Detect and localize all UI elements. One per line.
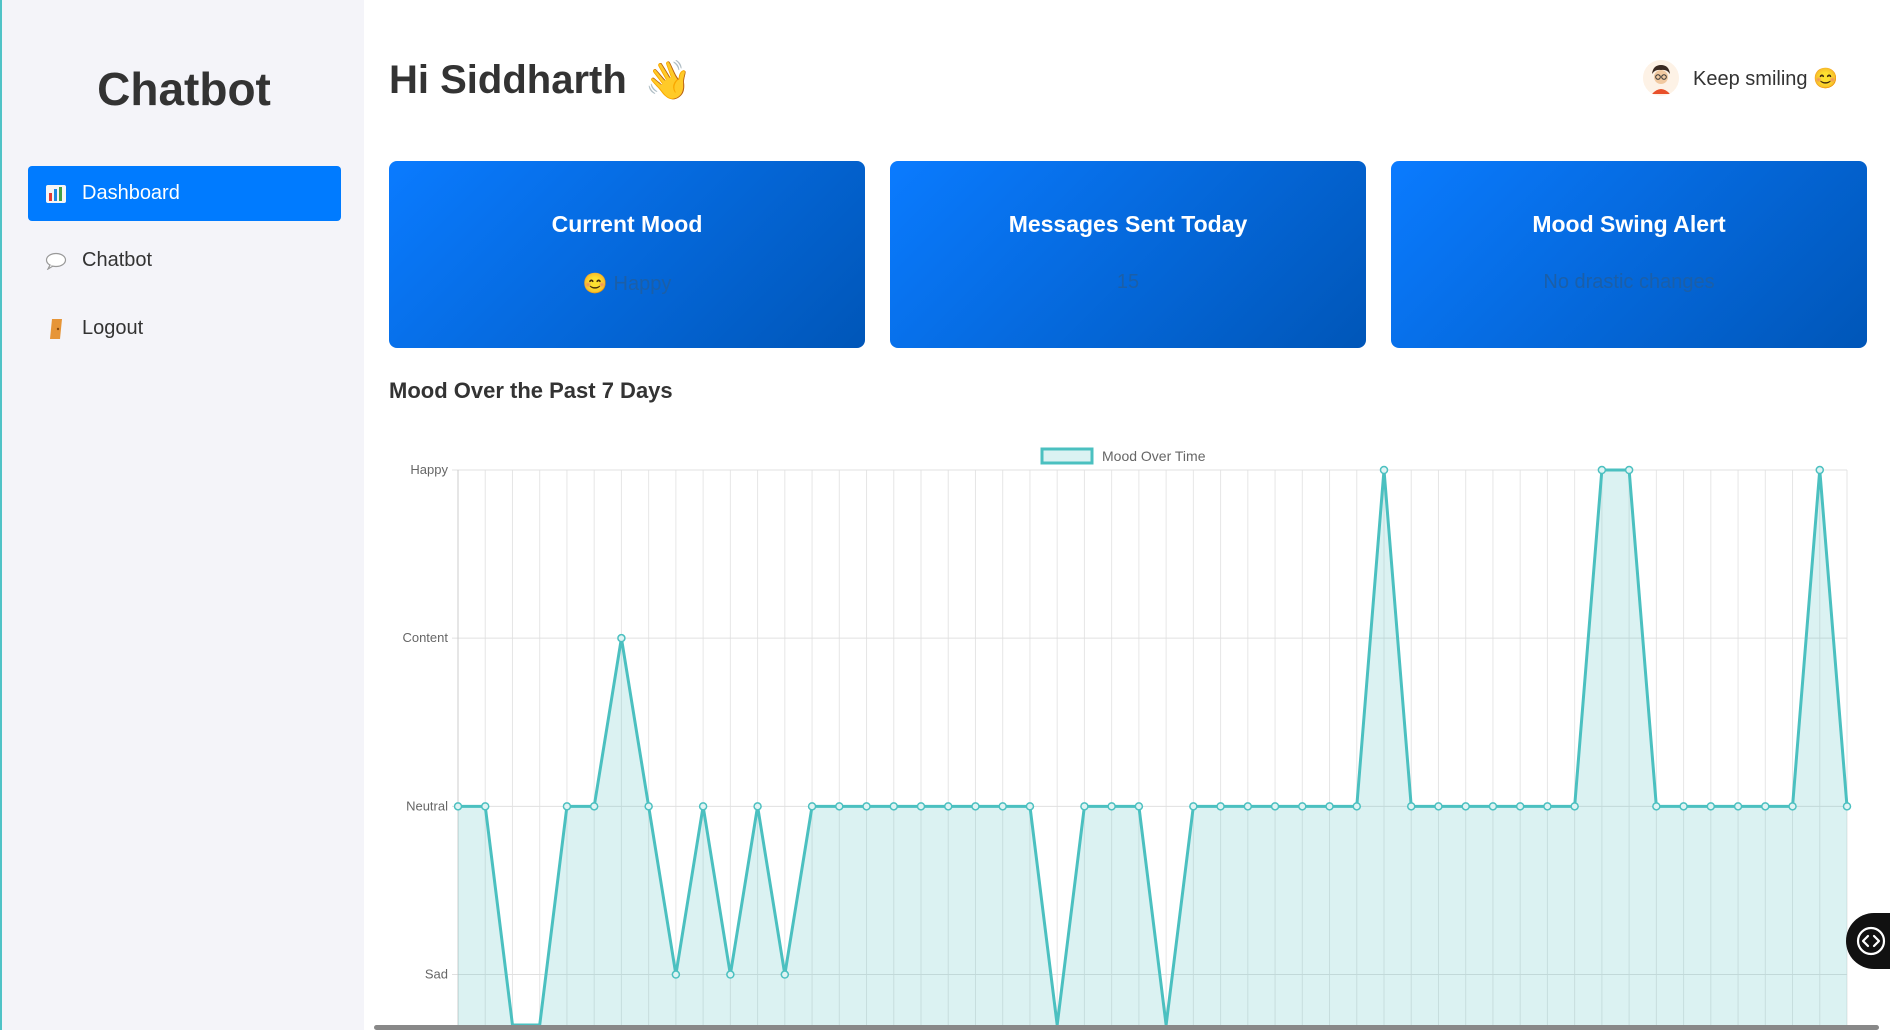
data-point <box>617 633 626 643</box>
card-title: Current Mood <box>551 211 703 237</box>
horizontal-scrollbar[interactable] <box>374 1025 1879 1030</box>
data-point <box>1597 465 1607 475</box>
data-point <box>1379 465 1389 475</box>
data-point <box>480 802 490 811</box>
sidebar-item-dashboard[interactable]: Dashboard <box>28 166 341 221</box>
data-point <box>889 802 899 811</box>
data-point <box>453 802 463 811</box>
mood-chart: Sad Neutral Content Happy Mood Over Time <box>402 447 1852 1027</box>
data-point <box>1107 802 1116 811</box>
data-point <box>1543 802 1552 811</box>
data-point <box>1216 802 1225 811</box>
sidebar-item-chatbot[interactable]: Chatbot <box>28 233 341 288</box>
avatar-icon[interactable] <box>1643 60 1680 96</box>
greeting-text: Hi Siddharth <box>389 58 627 102</box>
data-point <box>1570 802 1579 811</box>
data-point <box>1488 802 1498 811</box>
data-point <box>835 802 844 811</box>
card-title: Messages Sent Today <box>1008 211 1248 237</box>
sidebar: Chatbot Dashboard Chatbot Logout <box>0 0 364 1030</box>
legend-label: Mood Over Time <box>1102 448 1206 464</box>
sidebar-item-label: Chatbot <box>82 249 153 271</box>
data-point <box>1406 802 1416 811</box>
data-point <box>1788 802 1797 811</box>
data-point <box>1352 802 1362 811</box>
data-point <box>1270 802 1280 811</box>
data-point <box>1761 802 1770 811</box>
card-value: 😊 Happy <box>389 271 865 296</box>
data-point <box>807 802 817 811</box>
data-point <box>671 970 681 979</box>
sidebar-item-label: Dashboard <box>82 182 180 204</box>
data-point <box>753 802 762 811</box>
mood-swing-value: No drastic changes <box>1543 271 1715 293</box>
mood-area-fill <box>458 470 1847 1025</box>
sidebar-item-label: Logout <box>82 317 144 339</box>
data-point <box>1842 802 1852 811</box>
greeting: Hi Siddharth 👋 <box>389 58 692 103</box>
data-point <box>1706 802 1716 811</box>
data-point <box>1461 802 1470 811</box>
data-point <box>1080 802 1089 811</box>
y-tick-label: Neutral <box>406 798 448 813</box>
data-point <box>1434 802 1443 811</box>
user-info: Keep smiling 😊 <box>1643 60 1838 96</box>
data-point <box>916 802 926 811</box>
current-mood-value: Happy <box>613 273 672 295</box>
messages-sent-card: Messages Sent Today 15 <box>890 161 1366 348</box>
sidebar-item-logout[interactable]: Logout <box>28 301 341 356</box>
code-icon <box>1856 926 1886 956</box>
messages-sent-value: 15 <box>1116 271 1140 293</box>
data-point <box>1298 802 1307 811</box>
brand-title: Chatbot <box>97 63 271 115</box>
data-point <box>1134 802 1144 811</box>
smiling-face-icon: 😊 <box>582 273 608 295</box>
chart-section-title: Mood Over the Past 7 Days <box>389 378 673 403</box>
data-point <box>1733 802 1743 811</box>
main-content: Hi Siddharth 👋 Keep smiling 😊 Current Mo… <box>364 0 1890 1030</box>
current-mood-card: Current Mood 😊 Happy <box>389 161 865 348</box>
y-tick-label: Sad <box>425 967 448 982</box>
waving-hand-icon: 👋 <box>644 59 693 102</box>
data-point <box>1515 802 1525 811</box>
legend-swatch <box>1040 447 1094 465</box>
data-point <box>589 802 599 811</box>
data-point <box>1325 802 1334 811</box>
data-point <box>943 802 953 811</box>
data-point <box>1624 465 1634 475</box>
y-tick-label: Content <box>402 630 448 645</box>
data-point <box>1189 802 1198 811</box>
data-point <box>562 802 572 811</box>
mood-chart-container: Sad Neutral Content Happy Mood Over Time <box>364 420 1890 1030</box>
data-point <box>726 970 735 979</box>
data-point <box>698 802 708 811</box>
data-point <box>1679 802 1688 811</box>
door-icon <box>44 317 68 341</box>
data-point <box>1025 802 1035 811</box>
card-title: Mood Swing Alert <box>1532 211 1726 237</box>
chart-icon <box>44 182 68 206</box>
data-point <box>780 970 790 979</box>
data-point <box>971 802 980 811</box>
data-point <box>644 802 653 811</box>
tagline: Keep smiling 😊 <box>1693 67 1838 90</box>
data-point <box>998 802 1007 811</box>
data-point <box>1652 802 1661 811</box>
data-point <box>1815 465 1825 475</box>
speech-bubble-icon <box>44 249 68 273</box>
data-point <box>862 802 871 811</box>
mood-swing-alert-card: Mood Swing Alert No drastic changes <box>1391 161 1867 348</box>
data-point <box>1243 802 1253 811</box>
y-tick-label: Happy <box>410 462 448 477</box>
